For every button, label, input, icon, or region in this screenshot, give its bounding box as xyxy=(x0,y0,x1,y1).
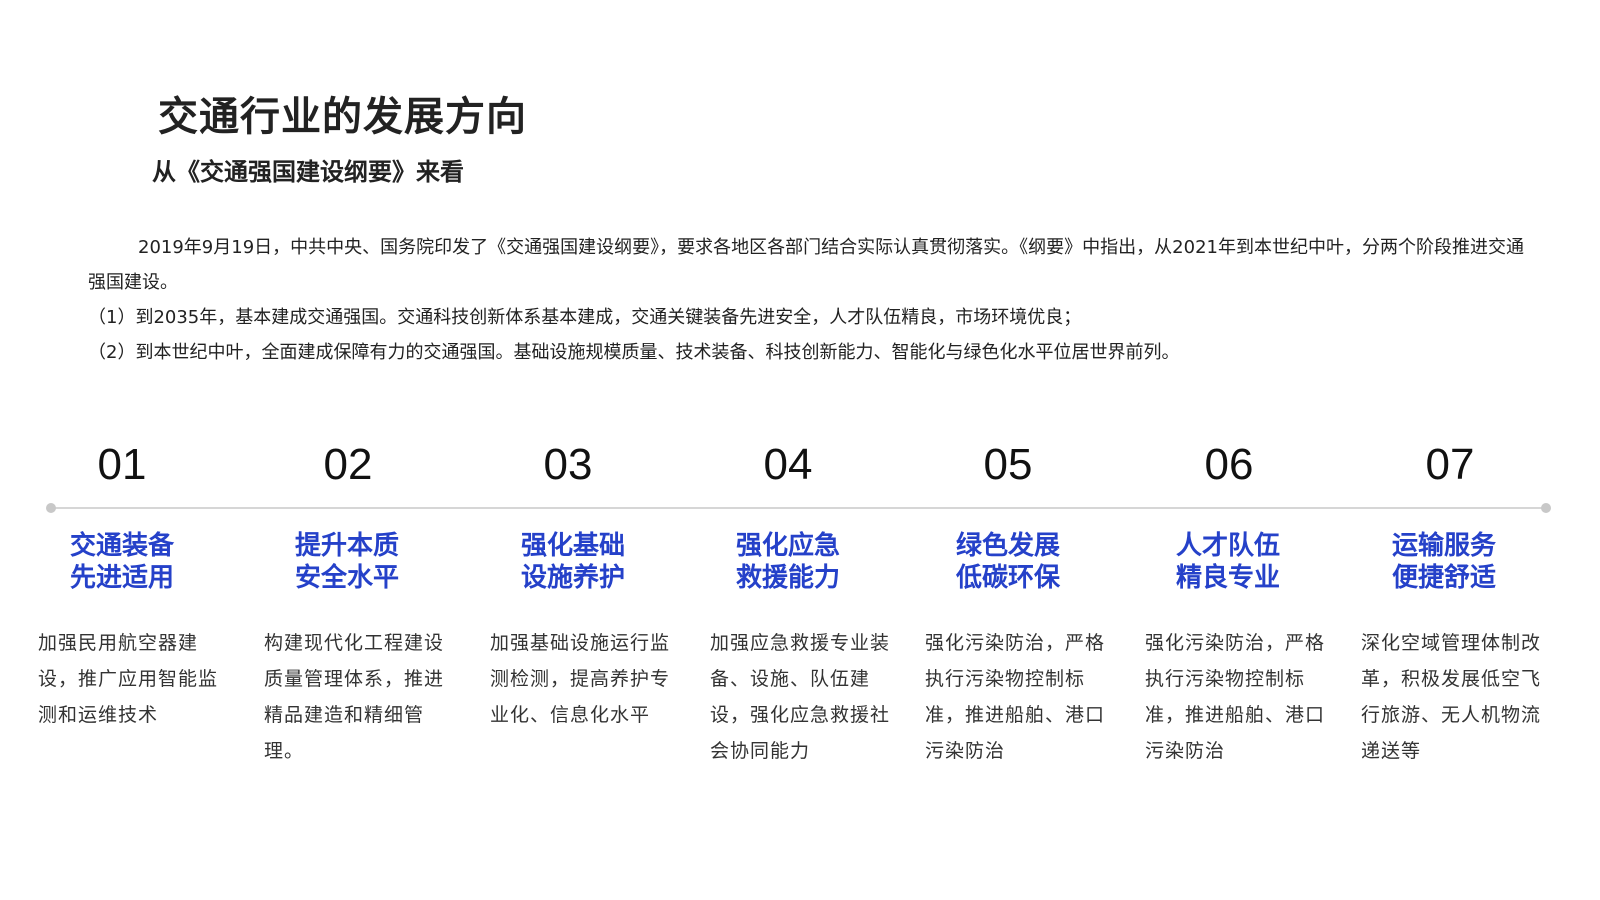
step-number: 04 xyxy=(763,440,813,489)
step-description: 加强基础设施运行监测检测，提高养护专业化、信息化水平 xyxy=(490,632,671,726)
step-number: 03 xyxy=(543,440,593,489)
step-heading-line-1: 绿色发展 xyxy=(955,531,1060,561)
step-description: 深化空域管理体制改革，积极发展低空飞行旅游、无人机物流递送等 xyxy=(1361,632,1542,762)
step-description: 构建现代化工程建设质量管理体系，推进精品建造和精细管理。 xyxy=(264,632,445,762)
step-heading: 强化基础 设施养护 xyxy=(493,530,653,594)
step-heading-line-1: 提升本质 xyxy=(294,531,399,561)
step-description: 强化污染防治，严格执行污染物控制标准，推进船舶、港口污染防治 xyxy=(1145,632,1326,762)
step-heading: 人才队伍 精良专业 xyxy=(1148,530,1308,594)
step-heading-line-2: 安全水平 xyxy=(294,563,399,593)
step-heading: 提升本质 安全水平 xyxy=(267,530,427,594)
step-number: 06 xyxy=(1204,440,1254,489)
step-heading-line-2: 设施养护 xyxy=(520,563,625,593)
step-number: 02 xyxy=(323,440,373,489)
step-heading-line-1: 运输服务 xyxy=(1391,531,1496,561)
timeline-steps: 01 交通装备 先进适用 加强民用航空器建设，推广应用智能监测和运维技术 02 … xyxy=(0,0,1600,900)
slide-page: 交通行业的发展方向 从《交通强国建设纲要》来看 2019年9月19日，中共中央、… xyxy=(0,0,1600,900)
step-number: 01 xyxy=(97,440,147,489)
step-heading-line-2: 救援能力 xyxy=(735,563,840,593)
step-number: 07 xyxy=(1425,440,1475,489)
step-heading-line-1: 强化基础 xyxy=(520,531,625,561)
step-description: 加强民用航空器建设，推广应用智能监测和运维技术 xyxy=(38,632,219,726)
step-heading-line-1: 强化应急 xyxy=(735,531,840,561)
step-heading: 运输服务 便捷舒适 xyxy=(1364,530,1524,594)
step-heading-line-2: 精良专业 xyxy=(1175,563,1280,593)
step-heading-line-2: 便捷舒适 xyxy=(1391,563,1496,593)
step-heading-line-2: 先进适用 xyxy=(69,563,174,593)
step-heading-line-1: 人才队伍 xyxy=(1175,531,1280,561)
step-heading-line-2: 低碳环保 xyxy=(955,563,1060,593)
step-heading: 绿色发展 低碳环保 xyxy=(928,530,1088,594)
step-description: 强化污染防治，严格执行污染物控制标准，推进船舶、港口污染防治 xyxy=(925,632,1106,762)
step-number: 05 xyxy=(983,440,1033,489)
step-heading: 强化应急 救援能力 xyxy=(708,530,868,594)
step-description: 加强应急救援专业装备、设施、队伍建设，强化应急救援社会协同能力 xyxy=(710,632,891,762)
step-heading-line-1: 交通装备 xyxy=(69,531,174,561)
step-heading: 交通装备 先进适用 xyxy=(42,530,202,594)
